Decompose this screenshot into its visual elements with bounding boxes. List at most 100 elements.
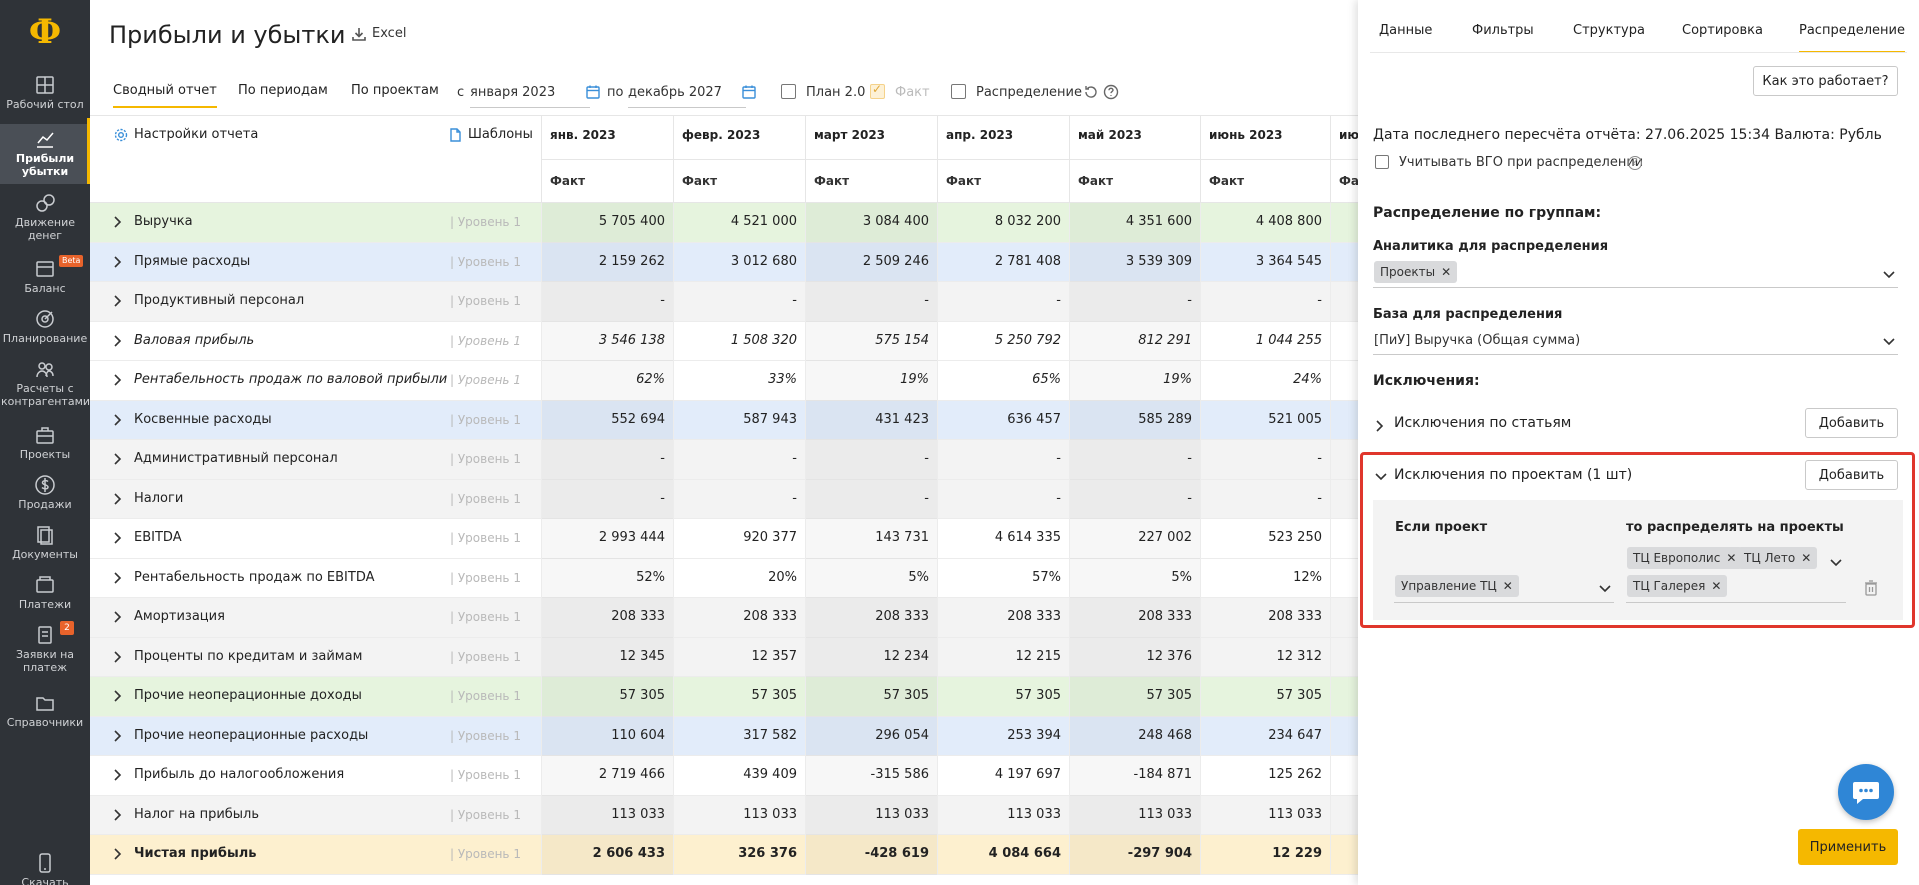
analytics-chip[interactable]: Проекты ✕ bbox=[1374, 261, 1458, 283]
chat-button[interactable] bbox=[1838, 764, 1894, 820]
target-project-chip[interactable]: ТЦ Лето ✕ bbox=[1738, 547, 1818, 569]
table-cell[interactable]: 317 582 bbox=[673, 716, 805, 756]
table-cell[interactable]: 296 054 bbox=[805, 716, 937, 756]
sidebar-item-dashboard[interactable]: Рабочий стол bbox=[0, 74, 90, 124]
table-row[interactable]: Валовая прибыль | Уровень 1 3 546 138 1 508… bbox=[90, 321, 1358, 361]
close-icon[interactable]: ✕ bbox=[1726, 551, 1736, 565]
exc-projects-label[interactable]: Исключения по проектам (1 шт) bbox=[1394, 467, 1632, 483]
add-article-exclusion-button[interactable]: Добавить bbox=[1805, 408, 1898, 438]
table-cell[interactable] bbox=[1330, 361, 1358, 401]
plan-checkbox[interactable] bbox=[781, 84, 796, 99]
table-cell[interactable] bbox=[1330, 203, 1358, 243]
table-cell[interactable]: 19% bbox=[1069, 361, 1200, 401]
table-cell[interactable]: 1 044 255 bbox=[1200, 321, 1330, 361]
table-row[interactable]: Продуктивный персонал | Уровень 1 - - - - - - bbox=[90, 282, 1358, 322]
table-cell[interactable]: 439 409 bbox=[673, 756, 805, 796]
chevron-down-icon[interactable] bbox=[1374, 471, 1388, 481]
reset-icon[interactable] bbox=[1083, 84, 1099, 100]
table-cell[interactable]: -315 586 bbox=[805, 756, 937, 796]
table-cell[interactable]: 812 291 bbox=[1069, 321, 1200, 361]
table-cell[interactable]: 113 033 bbox=[673, 795, 805, 835]
table-cell[interactable]: 57 305 bbox=[541, 677, 673, 717]
table-cell[interactable]: - bbox=[541, 282, 673, 322]
table-cell[interactable]: 113 033 bbox=[1069, 795, 1200, 835]
table-cell[interactable]: 20% bbox=[673, 558, 805, 598]
table-cell[interactable]: - bbox=[673, 282, 805, 322]
table-row[interactable]: EBITDA | Уровень 1 2 993 444 920 377 143 731… bbox=[90, 519, 1358, 559]
table-cell[interactable]: 24% bbox=[1200, 361, 1330, 401]
chevron-right-icon[interactable] bbox=[112, 255, 122, 269]
table-cell[interactable]: 57 305 bbox=[937, 677, 1069, 717]
trash-icon[interactable] bbox=[1864, 580, 1878, 596]
table-cell[interactable]: 5% bbox=[805, 558, 937, 598]
templates-link[interactable]: Шаблоны bbox=[448, 127, 533, 142]
table-cell[interactable]: 110 604 bbox=[541, 716, 673, 756]
table-cell[interactable]: 8 032 200 bbox=[937, 203, 1069, 243]
chevron-right-icon[interactable] bbox=[112, 294, 122, 308]
panel-tab-filters[interactable]: Фильтры bbox=[1472, 23, 1534, 51]
chevron-down-icon[interactable] bbox=[1882, 336, 1896, 346]
table-cell[interactable]: 65% bbox=[937, 361, 1069, 401]
table-cell[interactable]: 12 376 bbox=[1069, 637, 1200, 677]
table-cell[interactable]: - bbox=[1069, 440, 1200, 480]
table-row[interactable]: Прочие неоперационные расходы | Уровень 1… bbox=[90, 716, 1358, 756]
table-cell[interactable] bbox=[1330, 795, 1358, 835]
panel-tab-distribution[interactable]: Распределение bbox=[1799, 23, 1905, 53]
table-cell[interactable]: 253 394 bbox=[937, 716, 1069, 756]
table-cell[interactable]: 57 305 bbox=[673, 677, 805, 717]
table-cell[interactable]: 12 234 bbox=[805, 637, 937, 677]
table-row[interactable]: Проценты по кредитам и займам | Уровень 1… bbox=[90, 637, 1358, 677]
table-cell[interactable]: - bbox=[673, 440, 805, 480]
chevron-down-icon[interactable] bbox=[1598, 583, 1612, 593]
table-cell[interactable]: 4 521 000 bbox=[673, 203, 805, 243]
table-cell[interactable]: 12 357 bbox=[673, 637, 805, 677]
table-cell[interactable] bbox=[1330, 756, 1358, 796]
table-cell[interactable] bbox=[1330, 400, 1358, 440]
table-cell[interactable]: 113 033 bbox=[541, 795, 673, 835]
table-cell[interactable]: 4 408 800 bbox=[1200, 203, 1330, 243]
table-cell[interactable]: 2 719 466 bbox=[541, 756, 673, 796]
table-cell[interactable]: 575 154 bbox=[805, 321, 937, 361]
help-icon[interactable] bbox=[1103, 84, 1119, 100]
add-project-exclusion-button[interactable]: Добавить bbox=[1805, 460, 1898, 490]
table-cell[interactable] bbox=[1330, 677, 1358, 717]
table-cell[interactable]: - bbox=[541, 440, 673, 480]
table-cell[interactable]: 2 606 433 bbox=[541, 835, 673, 875]
table-cell[interactable]: 4 197 697 bbox=[937, 756, 1069, 796]
sidebar-item-documents[interactable]: Документы bbox=[0, 524, 90, 574]
table-cell[interactable]: 2 509 246 bbox=[805, 242, 937, 282]
table-row[interactable]: Прибыль до налогообложения | Уровень 1 2 7… bbox=[90, 756, 1358, 796]
table-cell[interactable]: 62% bbox=[541, 361, 673, 401]
table-cell[interactable]: 113 033 bbox=[937, 795, 1069, 835]
table-cell[interactable]: 2 159 262 bbox=[541, 242, 673, 282]
chevron-down-icon[interactable] bbox=[1829, 557, 1843, 567]
sidebar-item-money-flow[interactable]: Движение денег bbox=[0, 192, 90, 242]
fact-checkbox[interactable] bbox=[870, 82, 885, 99]
close-icon[interactable]: ✕ bbox=[1503, 579, 1513, 593]
table-cell[interactable]: - bbox=[1200, 479, 1330, 519]
table-cell[interactable] bbox=[1330, 242, 1358, 282]
calendar-icon[interactable] bbox=[585, 84, 601, 100]
table-cell[interactable]: 4 084 664 bbox=[937, 835, 1069, 875]
table-cell[interactable] bbox=[1330, 716, 1358, 756]
table-cell[interactable]: -297 904 bbox=[1069, 835, 1200, 875]
table-row[interactable]: Прочие неоперационные доходы | Уровень 1 5… bbox=[90, 677, 1358, 717]
app-logo[interactable]: Ф bbox=[0, 12, 90, 52]
chevron-down-icon[interactable] bbox=[1882, 269, 1896, 279]
table-row[interactable]: Налоги | Уровень 1 - - - - - - bbox=[90, 479, 1358, 519]
table-cell[interactable]: 3 546 138 bbox=[541, 321, 673, 361]
calendar-icon[interactable] bbox=[741, 84, 757, 100]
table-cell[interactable]: 19% bbox=[805, 361, 937, 401]
table-cell[interactable]: -428 619 bbox=[805, 835, 937, 875]
table-cell[interactable] bbox=[1330, 558, 1358, 598]
table-cell[interactable]: 431 423 bbox=[805, 400, 937, 440]
sidebar-item-sales[interactable]: Продажи bbox=[0, 474, 90, 524]
table-cell[interactable]: 521 005 bbox=[1200, 400, 1330, 440]
close-icon[interactable]: ✕ bbox=[1441, 265, 1451, 279]
table-cell[interactable]: 636 457 bbox=[937, 400, 1069, 440]
chevron-right-icon[interactable] bbox=[112, 571, 122, 585]
chevron-right-icon[interactable] bbox=[112, 334, 122, 348]
table-cell[interactable]: 248 468 bbox=[1069, 716, 1200, 756]
table-cell[interactable]: - bbox=[541, 479, 673, 519]
table-cell[interactable]: 4 351 600 bbox=[1069, 203, 1200, 243]
